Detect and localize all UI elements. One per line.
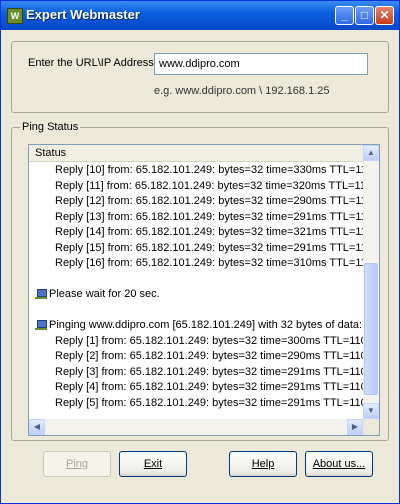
chevron-left-icon: ◀ [33,422,41,431]
close-button[interactable]: ✕ [375,6,394,25]
row-text: Reply [3] from: 65.182.101.249: bytes=32… [55,365,363,378]
ping-button[interactable]: Ping [43,451,111,477]
exit-button[interactable]: Exit [119,451,187,477]
scroll-up-button[interactable]: ▲ [363,145,379,161]
window-title: Expert Webmaster [26,7,140,22]
title-bar[interactable]: W Expert Webmaster _ □ ✕ [1,1,399,30]
reply-row[interactable]: Reply [3] from: 65.182.101.249: bytes=32… [29,365,363,381]
reply-row[interactable]: Reply [5] from: 65.182.101.249: bytes=32… [29,396,363,412]
status-rows: Reply [10] from: 65.182.101.249: bytes=3… [29,163,363,419]
info-row[interactable]: Please wait for 20 sec. [29,287,363,303]
reply-row[interactable]: Reply [12] from: 65.182.101.249: bytes=3… [29,194,363,210]
reply-row[interactable]: Reply [2] from: 65.182.101.249: bytes=32… [29,349,363,365]
reply-row[interactable]: Reply [13] from: 65.182.101.249: bytes=3… [29,210,363,226]
blank-row[interactable] [29,303,363,319]
row-text: Reply [4] from: 65.182.101.249: bytes=32… [55,381,363,393]
reply-row[interactable]: Reply [11] from: 65.182.101.249: bytes=3… [29,179,363,195]
scrollbar-corner [363,419,379,435]
maximize-button[interactable]: □ [355,6,374,25]
info-row[interactable]: Pinging www.ddipro.com [65.182.101.249] … [29,318,363,334]
row-text: Reply [12] from: 65.182.101.249: bytes=3… [55,195,363,207]
minimize-button[interactable]: _ [335,6,354,25]
vertical-scroll-thumb[interactable] [364,263,378,395]
main-window: W Expert Webmaster _ □ ✕ Enter the URL\I… [0,0,400,504]
reply-row[interactable]: Reply [15] from: 65.182.101.249: bytes=3… [29,241,363,257]
chevron-up-icon: ▲ [367,148,375,157]
help-button[interactable]: Help [229,451,297,477]
url-label: Enter the URL\IP Address : [28,57,160,69]
reply-row[interactable]: Reply [16] from: 65.182.101.249: bytes=3… [29,256,363,272]
url-input[interactable] [154,53,368,75]
ping-status-group: Ping Status Status Reply [10] from: 65.1… [11,121,389,441]
scroll-left-button[interactable]: ◀ [29,419,45,435]
row-text: Reply [14] from: 65.182.101.249: bytes=3… [55,226,363,238]
row-text: Reply [10] from: 65.182.101.249: bytes=3… [55,164,363,176]
reply-row[interactable]: Reply [10] from: 65.182.101.249: bytes=3… [29,163,363,179]
row-text: Reply [1] from: 65.182.101.249: bytes=32… [55,334,363,347]
row-text: Pinging www.ddipro.com [65.182.101.249] … [49,319,363,331]
row-text: Reply [13] from: 65.182.101.249: bytes=3… [55,210,363,223]
minimize-icon: _ [341,8,348,22]
row-text: Reply [5] from: 65.182.101.249: bytes=32… [55,396,363,409]
horizontal-scrollbar[interactable]: ◀ ▶ [29,419,363,435]
about-button[interactable]: About us... [305,451,373,477]
network-computer-icon [35,288,47,300]
reply-row[interactable]: Reply [14] from: 65.182.101.249: bytes=3… [29,225,363,241]
row-text: Reply [11] from: 65.182.101.249: bytes=3… [55,179,363,192]
status-list[interactable]: Status Reply [10] from: 65.182.101.249: … [28,144,380,436]
chevron-down-icon: ▼ [367,406,375,415]
app-icon[interactable]: W [7,8,23,24]
url-example-hint: e.g. www.ddipro.com \ 192.168.1.25 [154,85,330,97]
reply-row[interactable]: Reply [1] from: 65.182.101.249: bytes=32… [29,334,363,350]
scroll-down-button[interactable]: ▼ [363,403,379,419]
reply-row[interactable]: Reply [4] from: 65.182.101.249: bytes=32… [29,380,363,396]
vertical-scrollbar[interactable]: ▲ ▼ [363,145,379,419]
network-computer-icon [35,319,47,331]
ping-status-label: Ping Status [20,121,81,133]
status-column-header[interactable]: Status [29,145,363,162]
row-text: Reply [15] from: 65.182.101.249: bytes=3… [55,241,363,254]
close-icon: ✕ [379,8,390,22]
row-text: Reply [16] from: 65.182.101.249: bytes=3… [55,257,363,269]
chevron-right-icon: ▶ [351,422,359,431]
url-group: Enter the URL\IP Address : e.g. www.ddip… [11,41,389,113]
scroll-right-button[interactable]: ▶ [347,419,363,435]
row-text: Please wait for 20 sec. [49,288,160,300]
maximize-icon: □ [360,8,369,22]
blank-row[interactable] [29,272,363,288]
row-text: Reply [2] from: 65.182.101.249: bytes=32… [55,350,363,362]
